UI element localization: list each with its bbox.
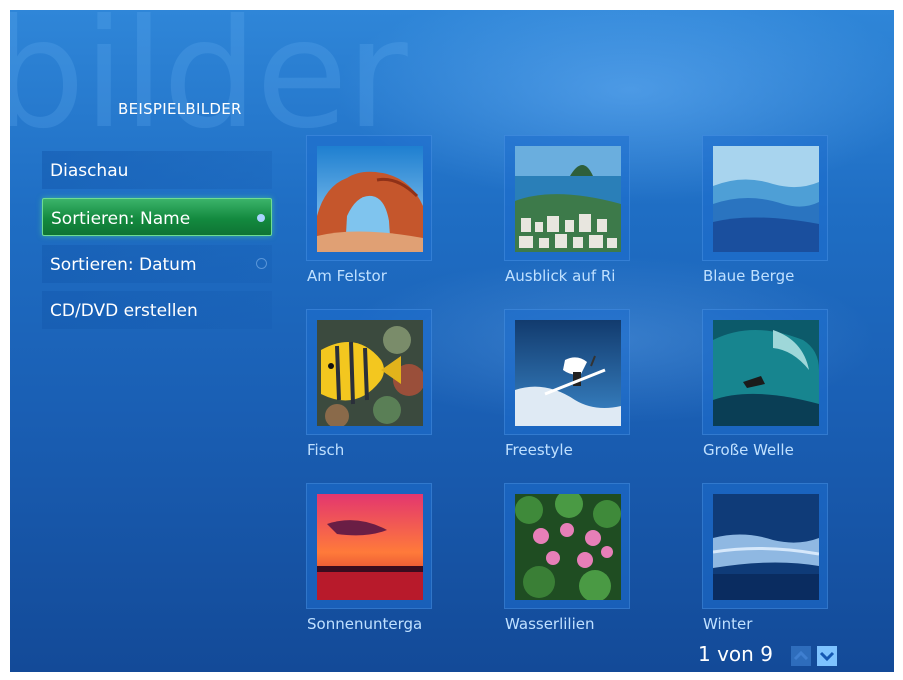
freestyle-skier-thumbnail bbox=[515, 320, 621, 426]
rio-view-thumbnail bbox=[515, 146, 621, 252]
picture-caption: Ausblick auf Ri bbox=[505, 267, 616, 285]
page-up-button[interactable] bbox=[791, 646, 811, 666]
page-title: BEISPIELBILDER bbox=[118, 100, 242, 118]
menu-item-slideshow[interactable]: Diaschau bbox=[42, 151, 272, 189]
picture-caption: Am Felstor bbox=[307, 267, 387, 285]
picture-tile-wasserlilien[interactable] bbox=[504, 483, 630, 609]
picture-tile-sonnenuntergang[interactable] bbox=[306, 483, 432, 609]
picture-caption: Fisch bbox=[307, 441, 345, 459]
picture-caption: Blaue Berge bbox=[703, 267, 795, 285]
winter-thumbnail bbox=[713, 494, 819, 600]
window-frame: bilder BEISPIELBILDER Diaschau Sortieren… bbox=[0, 0, 903, 680]
menu-item-sort-name[interactable]: Sortieren: Name bbox=[42, 198, 272, 236]
menu-item-sort-date[interactable]: Sortieren: Datum bbox=[42, 245, 272, 283]
chevron-up-icon bbox=[793, 650, 809, 661]
sunset-thumbnail bbox=[317, 494, 423, 600]
big-wave-thumbnail bbox=[713, 320, 819, 426]
picture-caption: Wasserlilien bbox=[505, 615, 595, 633]
page-indicator: 1 von 9 bbox=[698, 642, 773, 666]
picture-tile-am-felstor[interactable] bbox=[306, 135, 432, 261]
picture-tile-blaue-berge[interactable] bbox=[702, 135, 828, 261]
picture-tile-winter[interactable] bbox=[702, 483, 828, 609]
water-lilies-thumbnail bbox=[515, 494, 621, 600]
picture-caption: Große Welle bbox=[703, 441, 794, 459]
menu-item-label: Sortieren: Name bbox=[51, 209, 191, 229]
watermark-text: bilder bbox=[10, 10, 408, 162]
picture-tile-grosse-welle[interactable] bbox=[702, 309, 828, 435]
page-down-button[interactable] bbox=[817, 646, 837, 666]
menu-item-label: CD/DVD erstellen bbox=[50, 301, 198, 321]
arch-rock-thumbnail bbox=[317, 146, 423, 252]
menu-item-label: Diaschau bbox=[50, 161, 129, 181]
picture-caption: Winter bbox=[703, 615, 753, 633]
radio-unselected-icon bbox=[256, 258, 267, 269]
picture-tile-fisch[interactable] bbox=[306, 309, 432, 435]
menu-item-burn-cd-dvd[interactable]: CD/DVD erstellen bbox=[42, 291, 272, 329]
menu-item-label: Sortieren: Datum bbox=[50, 255, 197, 275]
blue-hills-thumbnail bbox=[713, 146, 819, 252]
chevron-down-icon bbox=[819, 651, 835, 662]
radio-selected-icon bbox=[257, 214, 265, 222]
picture-caption: Sonnenunterga bbox=[307, 615, 423, 633]
picture-caption: Freestyle bbox=[505, 441, 573, 459]
media-center-screen: bilder BEISPIELBILDER Diaschau Sortieren… bbox=[10, 10, 894, 672]
fish-thumbnail bbox=[317, 320, 423, 426]
picture-tile-ausblick-auf-rio[interactable] bbox=[504, 135, 630, 261]
picture-tile-freestyle[interactable] bbox=[504, 309, 630, 435]
